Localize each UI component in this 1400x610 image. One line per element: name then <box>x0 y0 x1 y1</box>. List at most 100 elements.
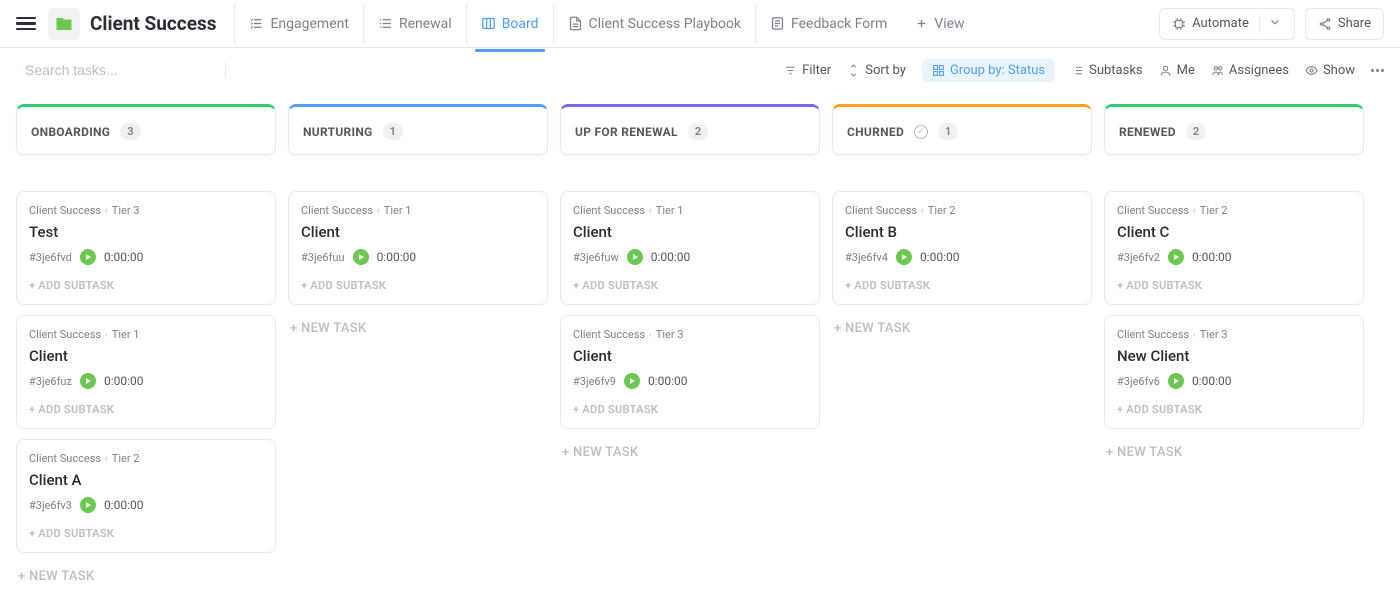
column-renewed: RENEWED2 Client Success›Tier 2Client C#3j… <box>1104 104 1364 466</box>
share-button[interactable]: Share <box>1305 8 1384 40</box>
play-icon[interactable] <box>80 249 96 265</box>
view-tab-engagement[interactable]: Engagement <box>234 4 362 44</box>
column-count: 1 <box>938 123 958 140</box>
column-header[interactable]: CHURNED1 <box>832 104 1092 155</box>
view-tab-board[interactable]: Board <box>466 4 553 44</box>
search-box <box>16 62 226 78</box>
column-title: ONBOARDING <box>31 125 110 139</box>
search-input[interactable] <box>25 62 206 78</box>
task-breadcrumb: Client Success›Tier 2 <box>845 204 1079 217</box>
page-title: Client Success <box>90 12 216 35</box>
add-subtask-button[interactable]: + ADD SUBTASK <box>845 279 1079 292</box>
column-churned: CHURNED1Client Success›Tier 2Client B#3j… <box>832 104 1092 342</box>
task-meta: #3je6fv2 0:00:00 <box>1117 249 1351 265</box>
column-header[interactable]: ONBOARDING3 <box>16 104 276 155</box>
add-subtask-button[interactable]: + ADD SUBTASK <box>29 403 263 416</box>
play-icon[interactable] <box>1168 249 1184 265</box>
assignees-label: Assignees <box>1229 63 1289 78</box>
task-meta: #3je6fuw 0:00:00 <box>573 249 807 265</box>
add-subtask-button[interactable]: + ADD SUBTASK <box>29 527 263 540</box>
automate-chevron[interactable] <box>1259 15 1282 33</box>
task-title: Client <box>573 223 807 241</box>
task-title: Client A <box>29 471 263 489</box>
task-breadcrumb: Client Success›Tier 2 <box>1117 204 1351 217</box>
search-dropdown-icon[interactable] <box>214 63 215 78</box>
column-header[interactable]: RENEWED2 <box>1104 104 1364 155</box>
toolbar-right: Filter Sort by Group by: Status Subtasks… <box>784 59 1384 82</box>
task-id: #3je6fuw <box>573 251 619 264</box>
column-up-for-renewal: UP FOR RENEWAL2Client Success›Tier 1Clie… <box>560 104 820 466</box>
task-timer: 0:00:00 <box>104 374 144 388</box>
new-task-button[interactable]: + NEW TASK <box>560 439 820 466</box>
column-header[interactable]: UP FOR RENEWAL2 <box>560 104 820 155</box>
play-icon[interactable] <box>353 249 369 265</box>
task-title: Client <box>301 223 535 241</box>
play-icon[interactable] <box>80 497 96 513</box>
assignees-button[interactable]: Assignees <box>1211 63 1289 78</box>
new-task-button[interactable]: + NEW TASK <box>1104 439 1364 466</box>
group-label: Group by: Status <box>950 63 1045 78</box>
task-breadcrumb: Client Success›Tier 1 <box>29 328 263 341</box>
more-menu[interactable] <box>1371 69 1384 72</box>
task-title: Client <box>573 347 807 365</box>
view-tab-renewal[interactable]: Renewal <box>363 4 466 44</box>
play-icon[interactable] <box>627 249 643 265</box>
view-tab-label: Client Success Playbook <box>589 16 741 32</box>
task-timer: 0:00:00 <box>651 250 691 264</box>
add-subtask-button[interactable]: + ADD SUBTASK <box>29 279 263 292</box>
task-card[interactable]: Client Success›Tier 3Test#3je6fvd0:00:00… <box>16 191 276 305</box>
add-subtask-button[interactable]: + ADD SUBTASK <box>573 403 807 416</box>
task-card[interactable]: Client Success›Tier 1 Client #3je6fuz 0:00:… <box>16 315 276 429</box>
task-timer: 0:00:00 <box>1192 374 1232 388</box>
show-button[interactable]: Show <box>1305 63 1355 78</box>
new-task-button[interactable]: + NEW TASK <box>288 315 548 342</box>
task-card[interactable]: Client Success›Tier 1Client#3je6fuw0:00:… <box>560 191 820 305</box>
task-card[interactable]: Client Success›Tier 3Client#3je6fv90:00:… <box>560 315 820 429</box>
play-icon[interactable] <box>1168 373 1184 389</box>
task-card[interactable]: Client Success›Tier 2Client B#3je6fv40:0… <box>832 191 1092 305</box>
group-button[interactable]: Group by: Status <box>922 59 1055 82</box>
share-label: Share <box>1338 16 1371 31</box>
view-tab-label: Engagement <box>270 16 348 32</box>
task-title: Client <box>29 347 263 365</box>
add-view-label: View <box>934 16 964 32</box>
add-subtask-button[interactable]: + ADD SUBTASK <box>1117 279 1351 292</box>
sort-button[interactable]: Sort by <box>847 63 906 78</box>
sort-label: Sort by <box>865 63 906 78</box>
task-timer: 0:00:00 <box>920 250 960 264</box>
view-tab-client-success-playbook[interactable]: Client Success Playbook <box>553 4 755 44</box>
task-id: #3je6fv2 <box>1117 251 1160 264</box>
task-card[interactable]: Client Success›Tier 2Client C#3je6fv20:0… <box>1104 191 1364 305</box>
play-icon[interactable] <box>80 373 96 389</box>
view-tab-label: Feedback Form <box>791 16 887 32</box>
play-icon[interactable] <box>896 249 912 265</box>
task-timer: 0:00:00 <box>1192 250 1232 264</box>
column-header[interactable]: NURTURING1 <box>288 104 548 155</box>
filter-button[interactable]: Filter <box>784 63 831 78</box>
view-tab-label: Board <box>502 16 539 32</box>
view-tab-feedback-form[interactable]: Feedback Form <box>755 4 901 44</box>
task-id: #3je6fuz <box>29 375 72 388</box>
task-card[interactable]: Client Success›Tier 3New Client#3je6fv60… <box>1104 315 1364 429</box>
task-card[interactable]: Client Success›Tier 1Client#3je6fuu0:00:… <box>288 191 548 305</box>
subtasks-button[interactable]: Subtasks <box>1071 63 1143 78</box>
task-breadcrumb: Client Success›Tier 2 <box>29 452 263 465</box>
new-task-button[interactable]: + NEW TASK <box>16 563 276 590</box>
add-view-button[interactable]: View <box>901 4 978 44</box>
column-title: UP FOR RENEWAL <box>575 125 678 139</box>
task-card[interactable]: Client Success›Tier 2Client A#3je6fv30:0… <box>16 439 276 553</box>
task-meta: #3je6fuz 0:00:00 <box>29 373 263 389</box>
me-button[interactable]: Me <box>1159 63 1195 78</box>
task-id: #3je6fv6 <box>1117 375 1160 388</box>
add-subtask-button[interactable]: + ADD SUBTASK <box>301 279 535 292</box>
search-icon <box>16 63 17 78</box>
task-title: Client B <box>845 223 1079 241</box>
automate-button[interactable]: Automate <box>1159 8 1295 40</box>
folder-icon[interactable] <box>48 8 80 40</box>
sidebar-toggle[interactable] <box>16 14 36 34</box>
add-subtask-button[interactable]: + ADD SUBTASK <box>1117 403 1351 416</box>
add-subtask-button[interactable]: + ADD SUBTASK <box>573 279 807 292</box>
play-icon[interactable] <box>624 373 640 389</box>
task-breadcrumb: Client Success›Tier 3 <box>573 328 807 341</box>
new-task-button[interactable]: + NEW TASK <box>832 315 1092 342</box>
